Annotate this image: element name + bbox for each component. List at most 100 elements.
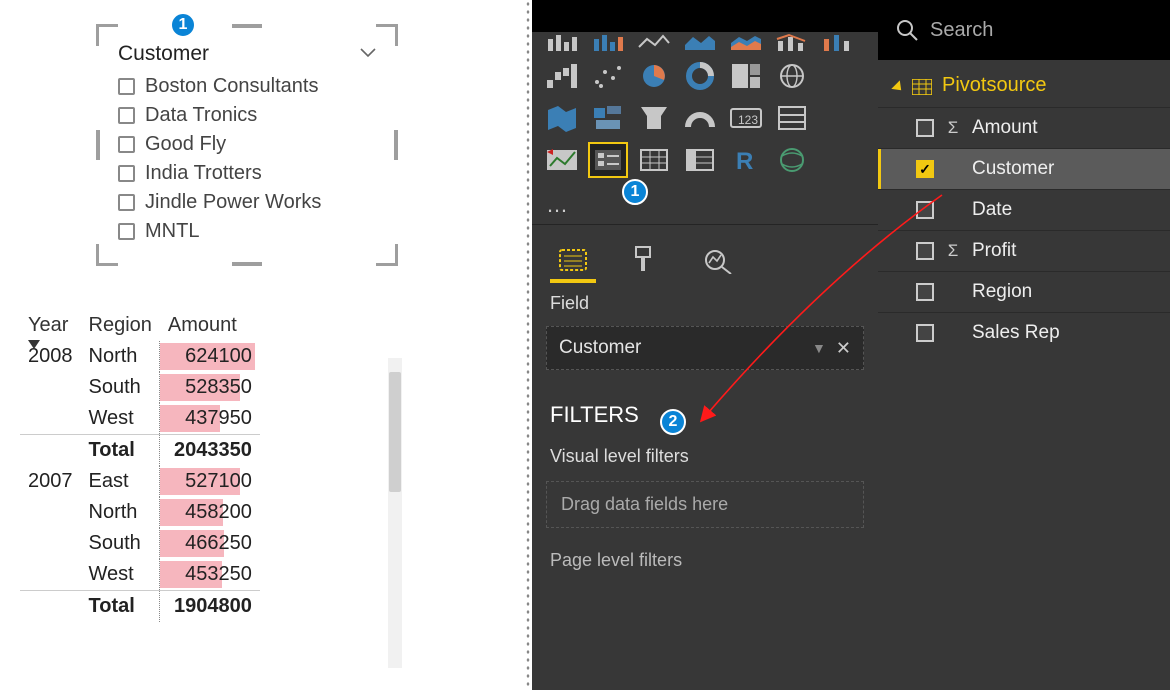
viz-slicer-icon[interactable] [588,142,628,178]
field-checkbox[interactable] [916,283,934,301]
field-checkbox[interactable] [916,242,934,260]
viz-combo-icon[interactable] [772,32,812,52]
field-row[interactable]: ΣAmount [878,107,1170,148]
field-checkbox[interactable] [916,324,934,342]
viz-filled-map-icon[interactable] [542,100,582,136]
matrix-table: Year Region Amount 2008North624100South5… [20,310,260,622]
viz-gauge-icon[interactable] [680,100,720,136]
matrix-header-amount[interactable]: Amount [160,310,260,341]
scrollbar-thumb[interactable] [389,372,401,492]
matrix-row[interactable]: South466250 [20,528,260,559]
matrix-scrollbar[interactable] [388,358,402,668]
viz-arcgis-icon[interactable] [772,142,812,178]
matrix-row[interactable]: 2008North624100 [20,341,260,372]
slicer-item[interactable]: MNTL [118,217,376,246]
table-header[interactable]: Pivotsource [878,60,1170,107]
format-tab[interactable] [624,241,666,279]
analytics-tab[interactable] [696,241,738,279]
viz-card-icon[interactable]: 123 [726,100,766,136]
field-name: Profit [972,240,1016,262]
matrix-row[interactable]: Total1904800 [20,591,260,623]
checkbox-icon[interactable] [118,107,135,124]
cell-amount: 528350 [160,372,260,403]
viz-funnel-icon[interactable] [634,100,674,136]
search-icon [896,19,918,41]
field-name: Date [972,199,1012,221]
viz-stacked-area-icon[interactable] [726,32,766,52]
viz-treemap-icon[interactable] [726,58,766,94]
checkbox-icon[interactable] [118,223,135,240]
field-row[interactable]: Region [878,271,1170,312]
matrix-header-year[interactable]: Year [20,310,81,341]
field-well-customer[interactable]: Customer ▼ ✕ [546,326,864,370]
field-row[interactable]: Customer [878,148,1170,189]
cell-region: West [81,403,160,435]
table-icon [912,78,932,94]
checkbox-icon[interactable] [118,165,135,182]
resize-handle-t[interactable] [232,24,262,28]
viz-map-icon[interactable] [772,58,812,94]
checkbox-icon[interactable] [118,136,135,153]
field-well-label: Field [532,279,878,322]
field-checkbox[interactable] [916,119,934,137]
fields-tab[interactable] [552,241,594,279]
viz-pie-icon[interactable] [634,58,674,94]
viz-scatter-icon[interactable] [588,58,628,94]
matrix-row[interactable]: West453250 [20,559,260,591]
viz-stacked-bar-icon[interactable] [588,32,628,52]
viz-matrix-icon[interactable] [680,142,720,178]
field-row[interactable]: Date [878,189,1170,230]
field-checkbox[interactable] [916,160,934,178]
viz-r-script-icon[interactable]: R [726,142,766,178]
matrix-row[interactable]: 2007East527100 [20,466,260,497]
slicer-visual[interactable]: Customer Boston ConsultantsData TronicsG… [102,30,392,260]
viz-line-icon[interactable] [634,32,674,52]
field-list: ΣAmountCustomerDateΣProfitRegionSales Re… [878,107,1170,353]
viz-shape-map-icon[interactable] [588,100,628,136]
matrix-row[interactable]: South528350 [20,372,260,403]
matrix-row[interactable]: Total2043350 [20,435,260,467]
cell-amount: 624100 [160,341,260,372]
viz-multirow-card-icon[interactable] [772,100,812,136]
cell-amount: 2043350 [160,435,260,467]
cell-amount: 437950 [160,403,260,435]
viz-more-ellipsis[interactable]: … [532,192,878,224]
chevron-down-icon[interactable] [360,45,376,63]
viz-area-icon[interactable] [680,32,720,52]
cell-amount: 1904800 [160,591,260,623]
viz-donut-icon[interactable] [680,58,720,94]
resize-handle-l[interactable] [96,130,100,160]
resize-handle-b[interactable] [232,262,262,266]
field-checkbox[interactable] [916,201,934,219]
sigma-icon: Σ [946,118,960,138]
pane-divider [525,0,531,690]
fields-search[interactable]: Search [878,0,1170,60]
visual-filter-dropzone[interactable]: Drag data fields here [546,481,864,528]
slicer-item[interactable]: Good Fly [118,130,376,159]
field-well-remove-icon[interactable]: ✕ [836,338,851,359]
resize-handle-r[interactable] [394,130,398,160]
matrix-visual[interactable]: Year Region Amount 2008North624100South5… [20,310,390,622]
report-canvas: Customer Boston ConsultantsData TronicsG… [0,0,520,690]
expand-triangle-icon[interactable] [891,80,905,94]
matrix-row[interactable]: West437950 [20,403,260,435]
slicer-item[interactable]: Data Tronics [118,101,376,130]
field-row[interactable]: ΣProfit [878,230,1170,271]
slicer-item-label: MNTL [145,220,199,243]
viz-kpi-icon[interactable] [542,142,582,178]
checkbox-icon[interactable] [118,194,135,211]
slicer-item[interactable]: India Trotters [118,159,376,188]
slicer-item[interactable]: Boston Consultants [118,72,376,101]
matrix-header-region[interactable]: Region [81,310,160,341]
checkbox-icon[interactable] [118,78,135,95]
slicer-header[interactable]: Customer [118,42,376,66]
field-row[interactable]: Sales Rep [878,312,1170,353]
matrix-row[interactable]: North458200 [20,497,260,528]
viz-ribbon-icon[interactable] [818,32,858,52]
table-name: Pivotsource [942,74,1047,97]
viz-table-icon[interactable] [634,142,674,178]
field-well-caret-icon[interactable]: ▼ [812,340,826,356]
viz-column-bar-icon[interactable] [542,32,582,52]
viz-waterfall-icon[interactable] [542,58,582,94]
slicer-item[interactable]: Jindle Power Works [118,188,376,217]
